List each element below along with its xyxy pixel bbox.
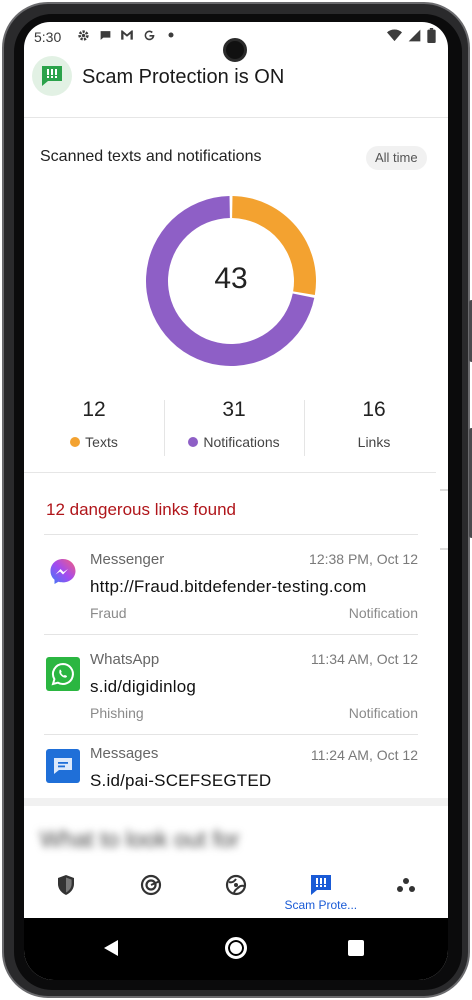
stat-label: Texts [85,434,118,450]
app-name: WhatsApp [90,651,160,668]
app-name: Messages [90,745,159,762]
status-bar: 5:30 [24,22,448,62]
nav-item-web[interactable] [194,862,279,918]
gmail-icon [120,28,134,42]
threat-type: Phishing [90,705,144,721]
stat-notifications: 31 Notifications [164,398,304,458]
nav-item-scam-protection[interactable]: Scam Prote... [278,862,363,918]
scam-protection-icon [32,56,72,96]
system-nav-bar [24,918,448,980]
link-url: S.id/pai-SCEFSEGTED [90,771,272,790]
status-time: 5:30 [34,29,62,45]
dangerous-links-list: Messenger 12:38 PM, Oct 12 http://Fraud.… [44,534,418,834]
list-item[interactable]: WhatsApp 11:34 AM, Oct 12 s.id/digidinlo… [44,634,418,734]
scroll-indicator[interactable] [440,548,448,550]
section-separator [24,798,448,806]
screen: 5:30 Scam Protection is ON Scanned texts… [24,22,448,980]
page-title: Scam Protection is ON [82,66,285,88]
nav-item-scan[interactable] [109,862,194,918]
stat-label: Notifications [203,434,280,450]
app-header: Scam Protection is ON [24,54,448,118]
dot-icon [164,28,178,42]
stat-value: 31 [222,398,246,421]
nav-label: Scam Prote... [284,898,358,912]
stat-label: Links [357,434,391,450]
stats-row: 12 Texts 31 Notifications 16 Links [24,398,444,458]
target-icon [140,874,162,896]
chat-bubble-icon [98,28,112,42]
next-section-heading: What to look out for [40,826,240,852]
detected-time: 11:24 AM, Oct 12 [310,747,418,763]
messenger-icon [46,555,80,589]
scroll-indicator[interactable] [440,489,448,491]
link-source: Notification [348,705,418,721]
google-icon [142,28,156,42]
scam-protection-icon [310,874,332,896]
app-name: Messenger [90,551,165,568]
donut-total: 43 [214,262,248,295]
globe-icon [225,874,247,896]
threat-type: Fraud [90,605,127,621]
link-source: Notification [348,605,418,621]
dangerous-links-heading: 12 dangerous links found [46,500,236,519]
detected-time: 11:34 AM, Oct 12 [310,651,418,667]
legend-dot-texts [70,437,81,447]
legend-dot-notifications [188,437,199,447]
wifi-icon [387,29,402,47]
detected-time: 12:38 PM, Oct 12 [309,551,418,567]
list-item[interactable]: Messenger 12:38 PM, Oct 12 http://Fraud.… [44,534,418,634]
bottom-nav: Scam Prote... [24,862,448,918]
nav-item-protection[interactable] [24,862,109,918]
summary-title: Scanned texts and notifications [40,148,262,165]
shield-icon [55,874,77,896]
gear-icon [76,28,90,42]
home-icon[interactable] [225,937,247,959]
recents-icon[interactable] [348,940,364,956]
more-dots-icon [395,874,417,896]
stat-value: 12 [82,398,106,421]
back-icon[interactable] [104,940,118,956]
stat-links: 16 Links [304,398,444,458]
stat-value: 16 [362,398,386,421]
messages-icon [46,749,80,783]
whatsapp-icon [46,657,80,691]
link-url: s.id/digidinlog [90,677,197,696]
signal-icon [408,29,421,47]
divider [24,472,436,473]
battery-icon [427,28,436,48]
list-item[interactable]: Messages 11:24 AM, Oct 12 S.id/pai-SCEFS… [44,734,418,834]
nav-item-more[interactable] [363,862,448,918]
link-url: http://Fraud.bitdefender-testing.com [90,577,367,596]
stat-texts: 12 Texts [24,398,164,458]
time-filter-chip[interactable]: All time [366,146,427,170]
